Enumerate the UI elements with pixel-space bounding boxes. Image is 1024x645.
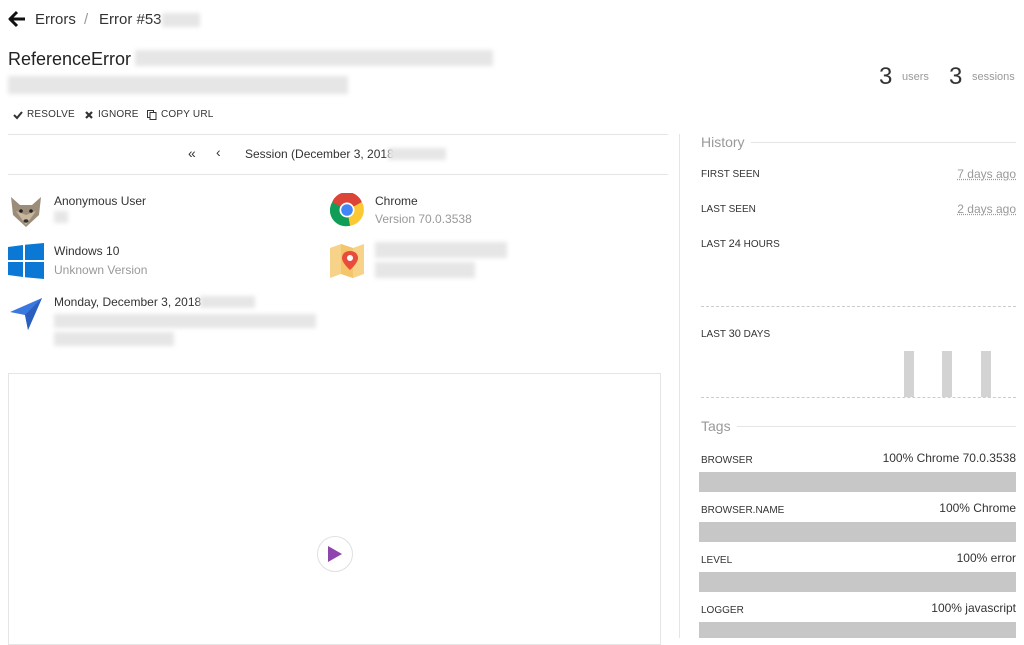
browser-version: Version 70.0.3538: [375, 212, 472, 226]
last-30-days-bar: [942, 351, 952, 397]
windows-icon: [8, 243, 44, 279]
check-icon: [13, 110, 23, 120]
redacted-error-message-line2: [8, 76, 348, 94]
session-replay-player[interactable]: [8, 373, 661, 645]
resolve-label: RESOLVE: [27, 109, 75, 120]
users-label: users: [902, 71, 929, 83]
last-30-days-bar: [981, 351, 991, 397]
user-name: Anonymous User: [54, 194, 146, 208]
tag-value-logger: 100% javascript: [816, 601, 1016, 615]
tag-key-level: LEVEL: [701, 555, 732, 566]
tag-bar-browser[interactable]: [699, 472, 1016, 492]
fox-avatar-icon: [8, 193, 44, 229]
history-heading-rule: [751, 142, 1016, 143]
breadcrumb-separator: /: [84, 11, 88, 28]
redacted-session-time: [388, 148, 446, 160]
history-heading: History: [701, 134, 745, 150]
tag-value-level: 100% error: [816, 551, 1016, 565]
last-24-hours-label: LAST 24 HOURS: [701, 238, 780, 250]
sessions-label: sessions: [972, 71, 1015, 83]
copy-url-button[interactable]: COPY URL: [147, 109, 214, 120]
browser-name: Chrome: [375, 194, 418, 208]
x-icon: [84, 110, 94, 120]
map-pin-icon: [330, 243, 364, 279]
last-seen-label: LAST SEEN: [701, 204, 756, 215]
first-session-button[interactable]: «: [188, 145, 196, 161]
resolve-button[interactable]: RESOLVE: [13, 109, 75, 120]
session-date: Monday, December 3, 2018: [54, 295, 201, 309]
tag-key-browser-name: BROWSER.NAME: [701, 505, 784, 516]
redacted-user-id: [54, 211, 68, 223]
tags-heading: Tags: [701, 418, 731, 434]
previous-session-button[interactable]: ‹: [216, 144, 221, 160]
redacted-location: [375, 242, 507, 258]
last-30-days-chart-baseline: [701, 397, 1016, 398]
tag-bar-level[interactable]: [699, 572, 1016, 592]
panel-divider: [679, 134, 680, 638]
sessions-count: 3: [949, 63, 962, 91]
breadcrumb-errors-link[interactable]: Errors: [35, 11, 76, 28]
users-count: 3: [879, 63, 892, 91]
last-24-hours-chart-baseline: [701, 306, 1016, 307]
tag-bar-logger[interactable]: [699, 622, 1016, 638]
last-30-days-bar: [904, 351, 914, 397]
redacted-error-message: [135, 50, 493, 66]
navigation-arrow-icon: [8, 296, 44, 332]
breadcrumb-current-error: Error #53: [99, 11, 162, 28]
tag-key-browser: BROWSER: [701, 455, 753, 466]
tag-value-browser: 100% Chrome 70.0.3538: [816, 451, 1016, 465]
redacted-location-sub: [375, 262, 475, 278]
play-icon: [327, 545, 343, 563]
first-seen-label: FIRST SEEN: [701, 169, 760, 180]
ignore-label: IGNORE: [98, 109, 139, 120]
tag-bar-browser-name[interactable]: [699, 522, 1016, 542]
tags-heading-rule: [737, 426, 1016, 427]
redacted-url-line1: [54, 314, 316, 328]
copy-icon: [147, 110, 157, 120]
play-button[interactable]: [317, 536, 353, 572]
redacted-url-line2: [54, 332, 174, 346]
tag-value-browser-name: 100% Chrome: [816, 501, 1016, 515]
os-version: Unknown Version: [54, 263, 147, 277]
copy-url-label: COPY URL: [161, 109, 214, 120]
back-arrow-icon[interactable]: [8, 10, 26, 28]
redacted-session-time-detail: [200, 296, 255, 308]
error-title: ReferenceError: [8, 49, 131, 70]
tag-key-logger: LOGGER: [701, 605, 744, 616]
redacted-error-id: [162, 13, 200, 27]
last-seen-value[interactable]: 2 days ago: [916, 202, 1016, 216]
first-seen-value[interactable]: 7 days ago: [916, 167, 1016, 181]
os-name: Windows 10: [54, 244, 119, 258]
session-title: Session (December 3, 2018: [245, 147, 394, 161]
chrome-icon: [330, 193, 364, 227]
last-30-days-label: LAST 30 DAYS: [701, 328, 770, 340]
ignore-button[interactable]: IGNORE: [84, 109, 139, 120]
